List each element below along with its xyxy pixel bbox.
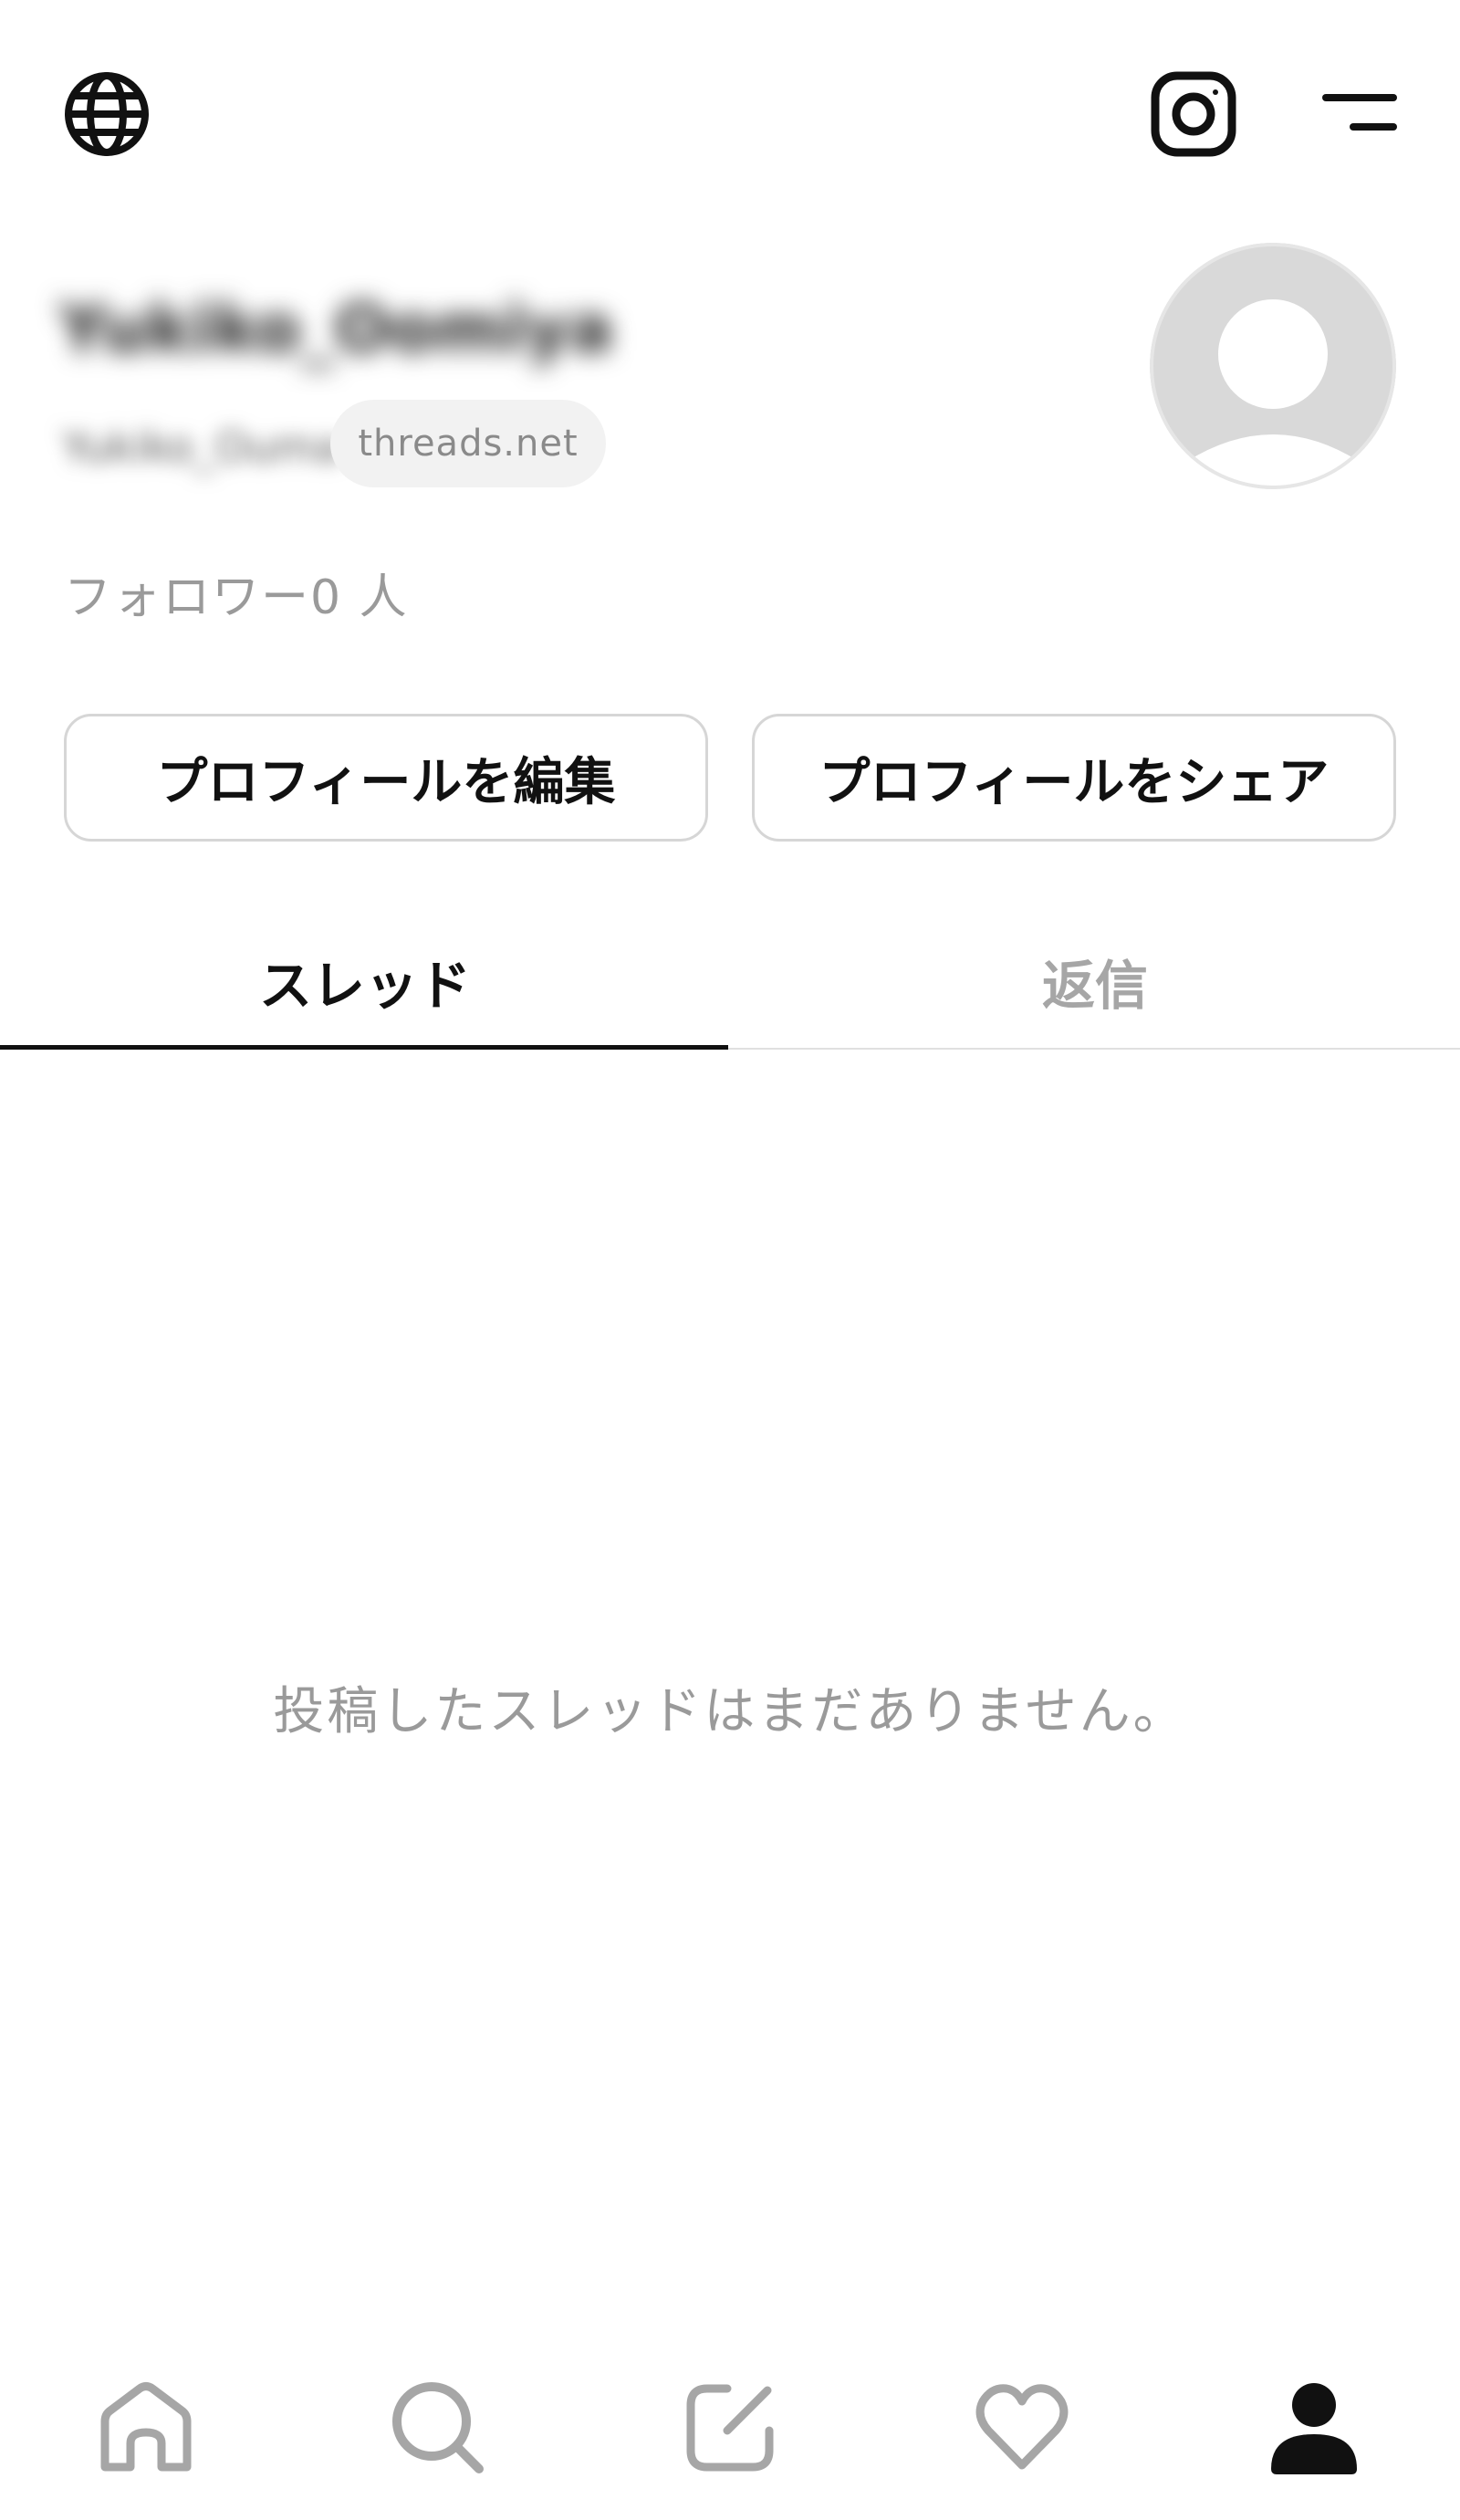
heart-icon [975, 2384, 1069, 2470]
tab-threads[interactable]: スレッド [0, 913, 730, 1050]
nav-search[interactable] [383, 2373, 493, 2483]
compose-icon [686, 2384, 774, 2472]
display-name: Yukiko_Oomiya [58, 290, 614, 367]
home-icon [100, 2382, 192, 2472]
share-profile-button[interactable]: プロフィールをシェア [752, 714, 1396, 842]
default-avatar-icon [1150, 243, 1396, 489]
active-tab-indicator [0, 1045, 728, 1050]
username-handle: Yukiko_Ouma [62, 423, 341, 472]
tab-replies[interactable]: 返信 [730, 913, 1460, 1050]
domain-badge[interactable]: threads.net [330, 400, 606, 487]
edit-profile-button[interactable]: プロフィールを編集 [64, 714, 708, 842]
globe-icon[interactable] [57, 64, 157, 164]
threads-profile-screen: Yukiko_Oomiya Yukiko_Ouma threads.net フォ… [0, 0, 1460, 2520]
nav-home[interactable] [91, 2373, 201, 2483]
menu-icon[interactable] [1314, 84, 1405, 142]
empty-state-message: 投稿したスレッドはまだありません。 [273, 1682, 1187, 1741]
search-icon [392, 2382, 484, 2473]
avatar[interactable] [1150, 243, 1396, 489]
nav-activity[interactable] [967, 2373, 1077, 2483]
instagram-icon[interactable] [1145, 66, 1242, 162]
nav-profile[interactable] [1259, 2373, 1369, 2483]
followers-count[interactable]: フォロワー0 人 [64, 559, 409, 627]
profile-icon [1271, 2383, 1357, 2474]
nav-compose[interactable] [675, 2373, 785, 2483]
